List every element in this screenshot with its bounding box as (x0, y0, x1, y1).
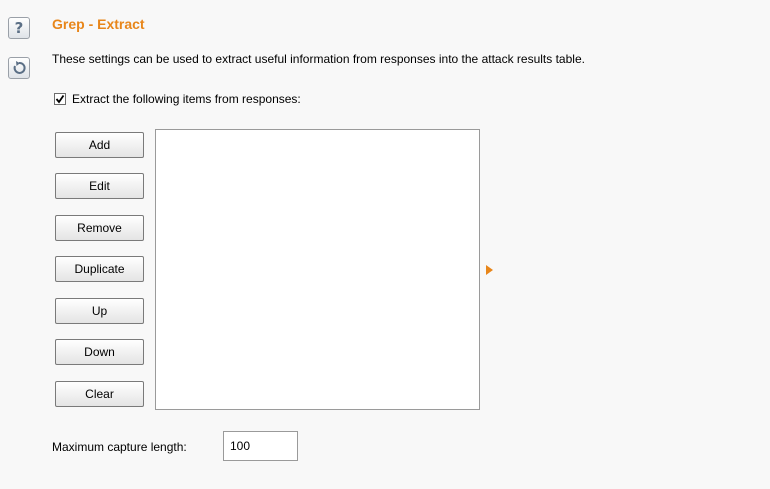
down-button[interactable]: Down (55, 339, 144, 365)
clear-button[interactable]: Clear (55, 381, 144, 407)
restore-defaults-icon (13, 61, 26, 74)
restore-defaults-button[interactable] (8, 57, 30, 79)
up-button[interactable]: Up (55, 298, 144, 324)
edit-button[interactable]: Edit (55, 173, 144, 199)
checkmark-icon (55, 94, 65, 104)
expand-arrow-icon[interactable] (486, 265, 493, 275)
add-button[interactable]: Add (55, 132, 144, 158)
section-description: These settings can be used to extract us… (52, 52, 585, 66)
section-title: Grep - Extract (52, 16, 145, 32)
extract-checkbox-row[interactable]: Extract the following items from respons… (54, 92, 301, 106)
extract-checkbox[interactable] (54, 93, 66, 105)
extract-items-list[interactable] (155, 129, 480, 410)
max-capture-length-input[interactable] (223, 431, 298, 461)
duplicate-button[interactable]: Duplicate (55, 256, 144, 282)
extract-checkbox-label: Extract the following items from respons… (72, 92, 301, 106)
help-question-icon: ? (14, 19, 24, 37)
help-button[interactable]: ? (8, 17, 30, 39)
max-capture-length-label: Maximum capture length: (52, 440, 187, 454)
remove-button[interactable]: Remove (55, 215, 144, 241)
